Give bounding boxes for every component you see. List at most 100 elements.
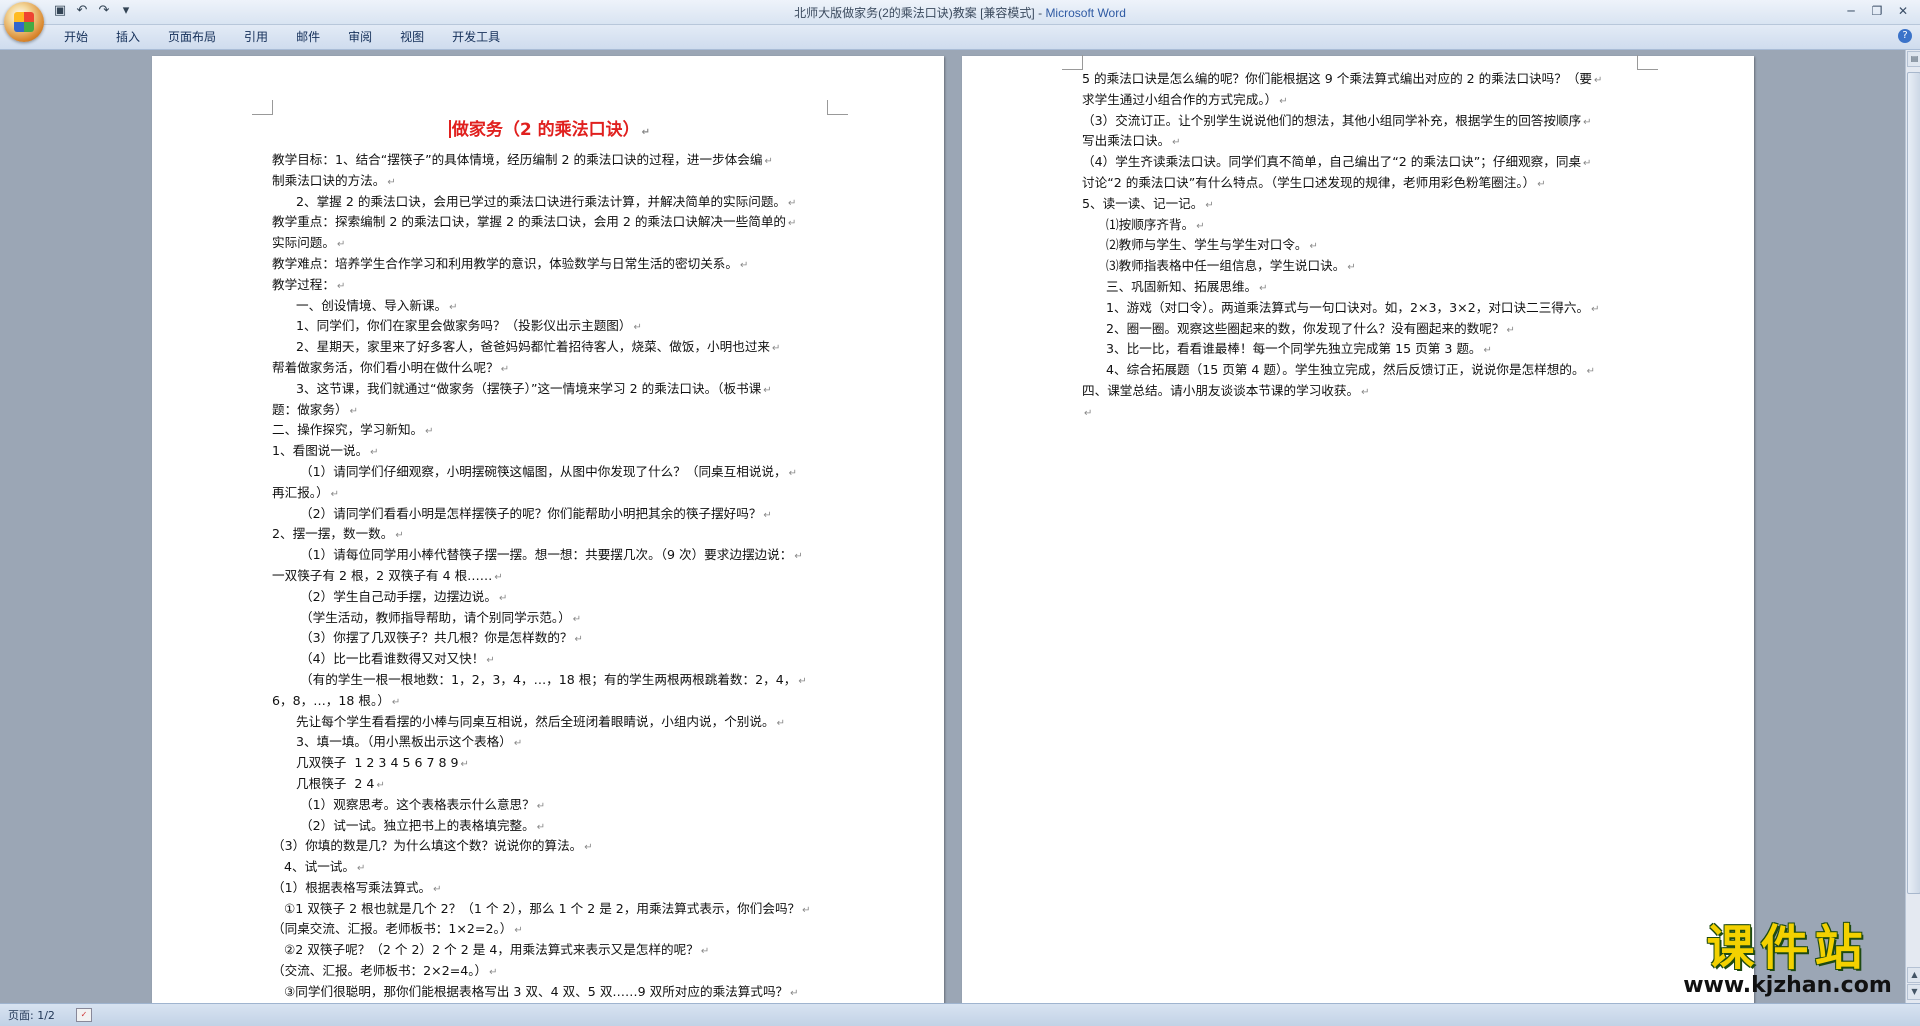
paragraph-mark: ↵ bbox=[794, 551, 802, 562]
page-indicator[interactable]: 页面: 1/2 bbox=[8, 1007, 55, 1023]
text-cursor bbox=[449, 120, 451, 138]
text-line: 实际问题。↵ bbox=[272, 233, 827, 254]
paragraph-mark: ↵ bbox=[1506, 325, 1514, 336]
text-line-content: （4）学生齐读乘法口诀。同学们真不简单，自己编出了“2 的乘法口诀”；仔细观察，… bbox=[1082, 154, 1581, 169]
text-line: 教学目标：1、结合“摆筷子”的具体情境，经历编制 2 的乘法口诀的过程，进一步体… bbox=[272, 150, 827, 171]
text-line-content: （3）你填的数是几？为什么填这个数？说说你的算法。 bbox=[272, 838, 582, 853]
text-line: ①1 双筷子 2 根也就是几个 2？（1 个 2），那么 1 个 2 是 2，用… bbox=[272, 899, 827, 920]
text-line-content: （3）交流订正。让个别学生说说他们的想法，其他小组同学补充，根据学生的回答按顺序 bbox=[1082, 113, 1581, 128]
text-line-content: （交流、汇报。老师板书：2×2=4。） bbox=[272, 963, 487, 978]
text-line: （1）观察思考。这个表格表示什么意思？↵ bbox=[272, 795, 827, 816]
text-line-content: （1）请每位同学用小棒代替筷子摆一摆。想一想：共要摆几次。（9 次）要求边摆边说… bbox=[272, 547, 792, 562]
paragraph-mark: ↵ bbox=[537, 822, 545, 833]
paragraph-mark: ↵ bbox=[777, 718, 785, 729]
scroll-up-icon[interactable]: ▲ bbox=[1907, 967, 1920, 983]
scrollbar-thumb[interactable] bbox=[1907, 72, 1920, 894]
text-line: 3、比一比，看看谁最棒！每一个同学先独立完成第 15 页第 3 题。↵ bbox=[1082, 339, 1602, 360]
page-2-body[interactable]: 5 的乘法口诀是怎么编的呢？你们能根据这 9 个乘法算式编出对应的 2 的乘法口… bbox=[1082, 69, 1602, 423]
paragraph-mark: ↵ bbox=[514, 738, 522, 749]
text-line-content: 制乘法口诀的方法。 bbox=[272, 173, 385, 188]
office-button[interactable] bbox=[4, 2, 44, 42]
minimize-icon[interactable]: ─ bbox=[1838, 2, 1864, 20]
text-line-content: （2）学生自己动手摆，边摆边说。 bbox=[272, 589, 497, 604]
text-line: 2、摆一摆，数一数。↵ bbox=[272, 524, 827, 545]
paragraph-mark: ↵ bbox=[337, 239, 345, 250]
proofing-icon[interactable]: ✓ bbox=[76, 1008, 92, 1022]
text-line-content: 2、掌握 2 的乘法口诀，会用已学过的乘法口诀进行乘法计算，并解决简单的实际问题… bbox=[272, 194, 786, 209]
paragraph-mark: ↵ bbox=[788, 198, 796, 209]
ribbon-tab[interactable]: 视图 bbox=[386, 29, 438, 45]
ribbon-tab[interactable]: 审阅 bbox=[334, 29, 386, 45]
text-line-content: ②2 双筷子呢？（2 个 2）2 个 2 是 4，用乘法算式来表示又是怎样的呢？ bbox=[272, 942, 699, 957]
text-line: （交流、汇报。老师板书：2×2=4。）↵ bbox=[272, 961, 827, 982]
text-line: （2）试一试。独立把书上的表格填完整。↵ bbox=[272, 816, 827, 837]
paragraph-mark: ↵ bbox=[461, 759, 469, 770]
text-line: 6，8，…，18 根。）↵ bbox=[272, 691, 827, 712]
window-controls: ─ ❐ ✕ bbox=[1838, 2, 1916, 20]
close-icon[interactable]: ✕ bbox=[1890, 2, 1916, 20]
paragraph-mark: ↵ bbox=[1172, 137, 1180, 148]
document-area[interactable]: 做家务（2 的乘法口诀）↵ 教学目标：1、结合“摆筷子”的具体情境，经历编制 2… bbox=[0, 50, 1905, 1003]
text-line: 先让每个学生看看摆的小棒与同桌互相说，然后全班闭着眼睛说，小组内说，个别说。↵ bbox=[272, 712, 827, 733]
ribbon-tab[interactable]: 引用 bbox=[230, 29, 282, 45]
maximize-icon[interactable]: ❐ bbox=[1864, 2, 1890, 20]
ribbon-tab[interactable]: 开发工具 bbox=[438, 29, 514, 45]
paragraph-mark: ↵ bbox=[376, 780, 384, 791]
ribbon-tab[interactable]: 页面布局 bbox=[154, 29, 230, 45]
paragraph-mark: ↵ bbox=[1310, 241, 1318, 252]
text-line: ③同学们很聪明，那你们能根据表格写出 3 双、4 双、5 双……9 双所对应的乘… bbox=[272, 982, 827, 1003]
text-line: 3、填一填。（用小黑板出示这个表格）↵ bbox=[272, 732, 827, 753]
text-line-content: 5 的乘法口诀是怎么编的呢？你们能根据这 9 个乘法算式编出对应的 2 的乘法口… bbox=[1082, 71, 1592, 86]
page-2[interactable]: 5 的乘法口诀是怎么编的呢？你们能根据这 9 个乘法算式编出对应的 2 的乘法口… bbox=[962, 56, 1754, 1003]
text-line-content: 教学目标：1、结合“摆筷子”的具体情境，经历编制 2 的乘法口诀的过程，进一步体… bbox=[272, 152, 762, 167]
ruler-toggle-icon[interactable]: ▤ bbox=[1907, 51, 1920, 67]
paragraph-mark: ↵ bbox=[489, 967, 497, 978]
paragraph-mark: ↵ bbox=[763, 385, 771, 396]
text-line-content: （3）你摆了几双筷子？共几根？你是怎样数的？ bbox=[272, 630, 573, 645]
text-line-content: 三、巩固新知、拓展思维。 bbox=[1082, 279, 1257, 294]
text-line: 题：做家务）↵ bbox=[272, 400, 827, 421]
paragraph-mark: ↵ bbox=[370, 447, 378, 458]
text-line-content: 3、比一比，看看谁最棒！每一个同学先独立完成第 15 页第 3 题。 bbox=[1082, 341, 1482, 356]
page-1-body[interactable]: 做家务（2 的乘法口诀）↵ 教学目标：1、结合“摆筷子”的具体情境，经历编制 2… bbox=[272, 114, 827, 1003]
text-line-content: 2、摆一摆，数一数。 bbox=[272, 526, 393, 541]
vertical-scrollbar[interactable]: ▤ ▲ ▼ bbox=[1905, 50, 1920, 1003]
document-title: 北师大版做家务(2的乘法口诀)教案 [兼容模式] bbox=[794, 6, 1035, 20]
window-title: 北师大版做家务(2的乘法口诀)教案 [兼容模式] - Microsoft Wor… bbox=[0, 4, 1920, 21]
text-line-content: 1、游戏（对口令）。两道乘法算式与一句口诀对。如，2×3，3×2，对口诀二三得六… bbox=[1082, 300, 1589, 315]
text-line-content: 1、看图说一说。 bbox=[272, 443, 368, 458]
paragraph-mark: ↵ bbox=[772, 343, 780, 354]
text-line: （学生活动，教师指导帮助，请个别同学示范。）↵ bbox=[272, 608, 827, 629]
ribbon: 开始插入页面布局引用邮件审阅视图开发工具 ? bbox=[0, 25, 1920, 50]
help-icon[interactable]: ? bbox=[1898, 29, 1912, 43]
text-line: 二、操作探究，学习新知。↵ bbox=[272, 420, 827, 441]
paragraph-mark: ↵ bbox=[425, 426, 433, 437]
paragraph-mark: ↵ bbox=[1205, 200, 1213, 211]
ribbon-tab[interactable]: 插入 bbox=[102, 29, 154, 45]
text-line: 三、巩固新知、拓展思维。↵ bbox=[1082, 277, 1602, 298]
page-1-lines: 教学目标：1、结合“摆筷子”的具体情境，经历编制 2 的乘法口诀的过程，进一步体… bbox=[272, 150, 827, 1003]
paragraph-mark: ↵ bbox=[763, 510, 771, 521]
text-line: 一、创设情境、导入新课。↵ bbox=[272, 296, 827, 317]
text-line-content: 教学过程： bbox=[272, 277, 335, 292]
paragraph-mark: ↵ bbox=[357, 863, 365, 874]
text-line: （2）学生自己动手摆，边摆边说。↵ bbox=[272, 587, 827, 608]
text-line: ↵ bbox=[1082, 402, 1602, 423]
text-line-content: （1）观察思考。这个表格表示什么意思？ bbox=[272, 797, 535, 812]
text-line: 1、同学们，你们在家里会做家务吗？（投影仪出示主题图）↵ bbox=[272, 316, 827, 337]
paragraph-mark: ↵ bbox=[395, 530, 403, 541]
ribbon-tab[interactable]: 开始 bbox=[50, 29, 102, 45]
scroll-down-icon[interactable]: ▼ bbox=[1907, 984, 1920, 1000]
ribbon-tabs: 开始插入页面布局引用邮件审阅视图开发工具 bbox=[50, 29, 514, 45]
text-line-content: 4、综合拓展题（15 页第 4 题）。学生独立完成，然后反馈订正，说说你是怎样想… bbox=[1082, 362, 1585, 377]
ribbon-tab[interactable]: 邮件 bbox=[282, 29, 334, 45]
paragraph-mark: ↵ bbox=[494, 572, 502, 583]
paragraph-mark: ↵ bbox=[701, 946, 709, 957]
text-line: （3）交流订正。让个别学生说说他们的想法，其他小组同学补充，根据学生的回答按顺序… bbox=[1082, 111, 1602, 132]
watermark-logo: 课件站 www.kjzhan.com bbox=[1675, 922, 1900, 1002]
text-line: 3、这节课，我们就通过“做家务（摆筷子）”这一情境来学习 2 的乘法口诀。（板书… bbox=[272, 379, 827, 400]
text-line: （1）请同学们仔细观察，小明摆碗筷这幅图，从图中你发现了什么？（同桌互相说说，↵ bbox=[272, 462, 827, 483]
text-line: 几双筷子 1 2 3 4 5 6 7 8 9↵ bbox=[272, 753, 827, 774]
page-1[interactable]: 做家务（2 的乘法口诀）↵ 教学目标：1、结合“摆筷子”的具体情境，经历编制 2… bbox=[152, 56, 944, 1003]
paragraph-mark: ↵ bbox=[499, 593, 507, 604]
